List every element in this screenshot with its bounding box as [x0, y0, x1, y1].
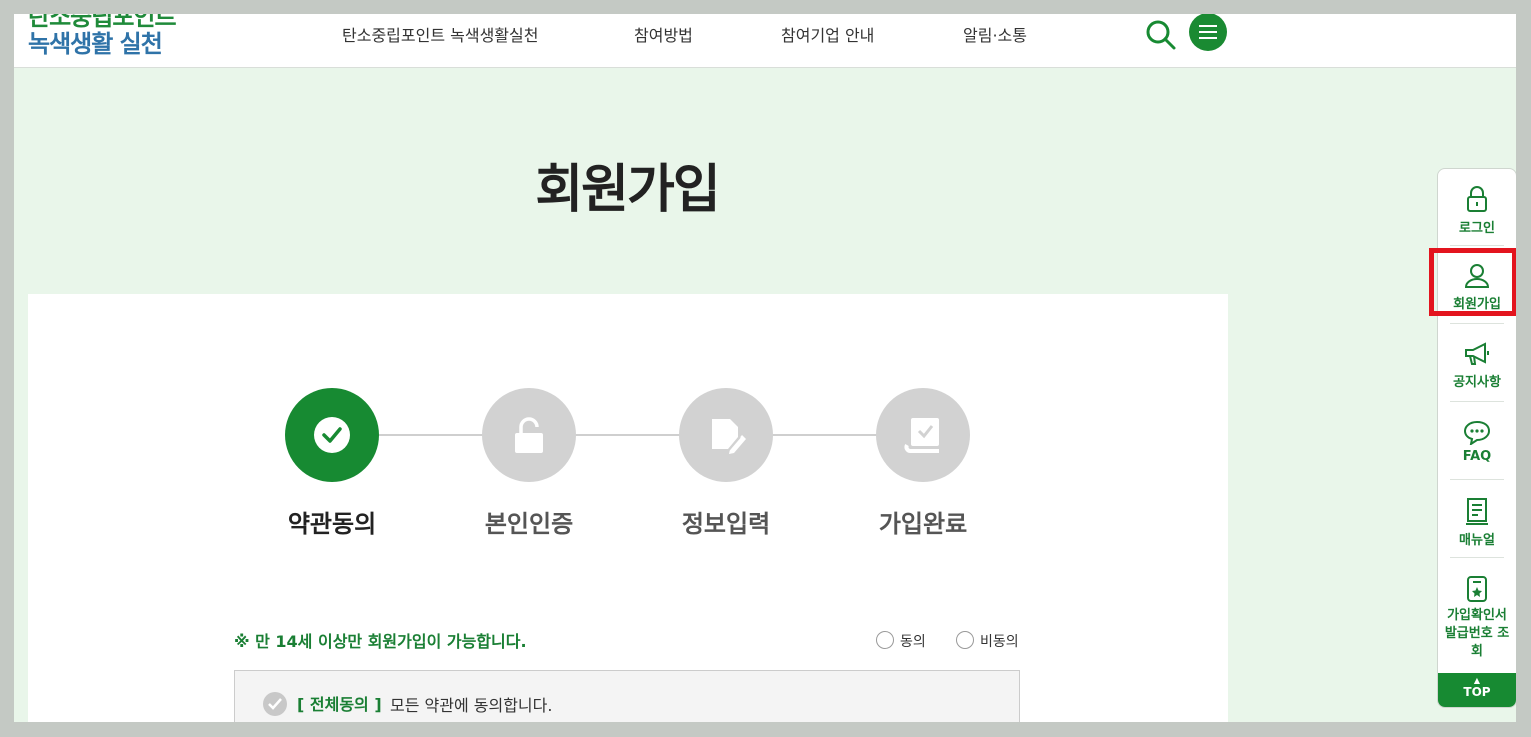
page: 탄소중립포인트 녹색생활 실천 탄소중립포인트 녹색생활실천 참여방법 참여기업…: [14, 14, 1516, 722]
certificate-icon: [1467, 576, 1487, 602]
agree-radio-label[interactable]: 동의: [900, 631, 926, 651]
check-icon: [268, 698, 282, 710]
age-notice: ※ 만 14세 이상만 회원가입이 가능합니다.: [234, 632, 527, 651]
nav-item-how-to-join[interactable]: 참여방법: [634, 22, 693, 46]
hamburger-line: [1199, 31, 1217, 33]
nav-item-partners[interactable]: 참여기업 안내: [781, 22, 874, 46]
quick-manual-label: 매뉴얼: [1459, 533, 1495, 548]
logo-line2: 녹색생활 실천: [28, 30, 163, 58]
step-label-info: 정보입력: [681, 510, 771, 538]
quick-divider: [1450, 401, 1504, 402]
unlock-icon: [515, 417, 543, 453]
site-header: 탄소중립포인트 녹색생활 실천 탄소중립포인트 녹색생활실천 참여방법 참여기업…: [14, 14, 1516, 68]
page-title: 회원가입: [535, 160, 720, 220]
highlight-box: [1429, 248, 1516, 316]
document-icon: [1466, 498, 1488, 525]
quick-divider: [1450, 557, 1504, 558]
steps-connector-line: [332, 434, 942, 436]
step-label-terms: 약관동의: [287, 510, 377, 538]
quick-notice[interactable]: 공지사항: [1438, 341, 1516, 390]
step-circle-verify: [482, 388, 576, 482]
quick-faq[interactable]: FAQ: [1438, 419, 1516, 464]
nav-item-carbon-point[interactable]: 탄소중립포인트 녹색생활실천: [342, 22, 538, 46]
hamburger-menu-icon: [1199, 25, 1217, 27]
logo-line1: 탄소중립포인트: [28, 14, 177, 31]
hamburger-line: [1199, 37, 1217, 39]
step-circle-terms: [285, 388, 379, 482]
disagree-radio-label[interactable]: 비동의: [980, 631, 1019, 651]
top-button-label: TOP: [1463, 685, 1491, 699]
all-agree-checkbox[interactable]: [263, 692, 287, 716]
quick-notice-label: 공지사항: [1453, 375, 1501, 390]
menu-button[interactable]: [1189, 14, 1227, 51]
check-icon: [314, 417, 350, 453]
edit-document-icon: [712, 419, 746, 454]
site-logo[interactable]: 탄소중립포인트 녹색생활 실천: [28, 14, 177, 58]
quick-divider: [1450, 323, 1504, 324]
search-icon: [1146, 20, 1176, 50]
all-agree-text: 모든 약관에 동의합니다.: [390, 696, 553, 715]
book-check-icon: [904, 418, 939, 453]
all-agree-bracket: [ 전체동의 ]: [297, 695, 382, 714]
all-agree-box: [ 전체동의 ] 모든 약관에 동의합니다.: [234, 670, 1020, 722]
quick-manual[interactable]: 매뉴얼: [1438, 497, 1516, 548]
step-label-complete: 가입완료: [878, 510, 968, 538]
quick-login[interactable]: 로그인: [1438, 185, 1516, 236]
quick-certificate[interactable]: 가입확인서 발급번호 조회: [1438, 575, 1516, 661]
content-card: [28, 294, 1228, 722]
disagree-radio[interactable]: [956, 631, 974, 649]
megaphone-icon: [1465, 342, 1489, 365]
step-label-verify: 본인인증: [484, 510, 574, 538]
nav-item-notice[interactable]: 알림·소통: [963, 22, 1027, 46]
agree-radio[interactable]: [876, 631, 894, 649]
quick-divider: [1450, 245, 1504, 246]
quick-certificate-label: 가입확인서 발급번호 조회: [1444, 608, 1510, 659]
quick-faq-label: FAQ: [1462, 449, 1492, 464]
quick-login-label: 로그인: [1459, 221, 1495, 236]
step-circle-info: [679, 388, 773, 482]
chat-bubble-icon: [1463, 420, 1491, 445]
search-button[interactable]: [1144, 18, 1178, 52]
arrow-up-icon: ▲: [1473, 676, 1481, 685]
quick-divider: [1450, 479, 1504, 480]
top-button[interactable]: ▲ TOP: [1438, 673, 1516, 707]
lock-icon: [1467, 186, 1487, 212]
step-circle-complete: [876, 388, 970, 482]
